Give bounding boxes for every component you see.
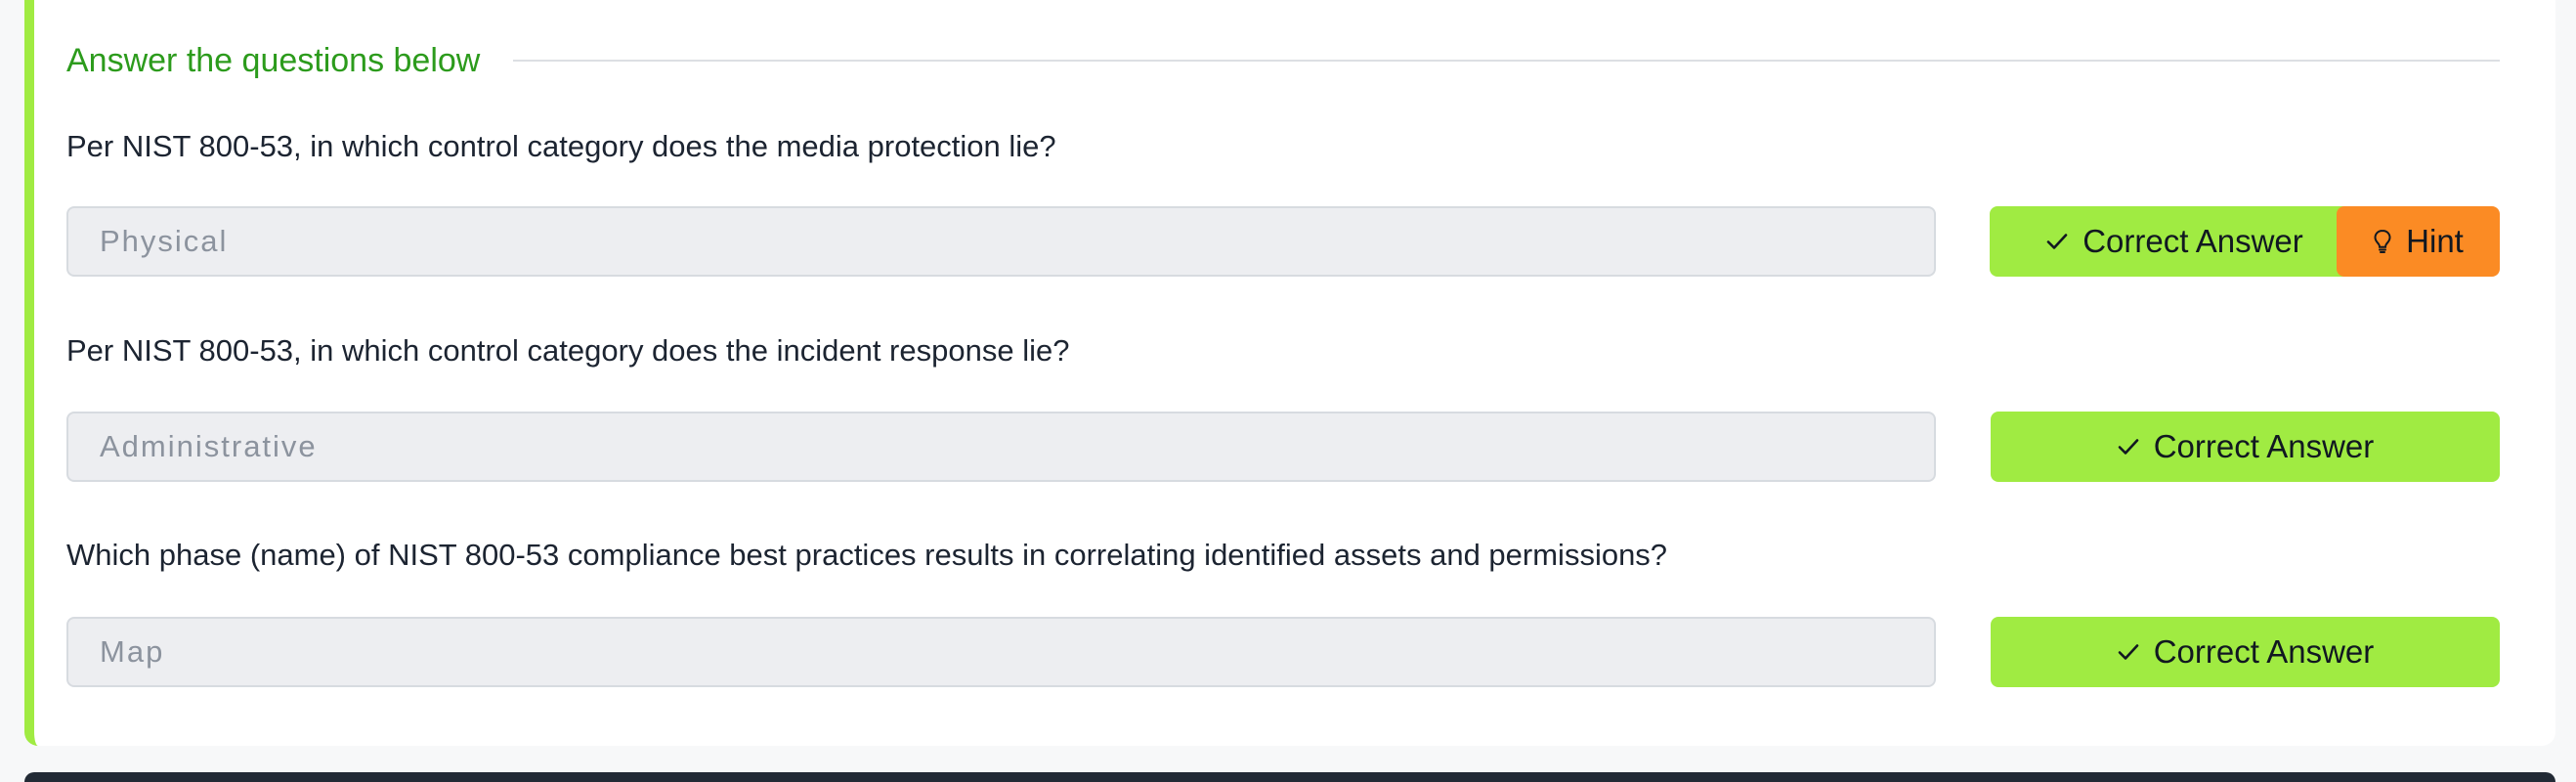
correct-answer-button-2[interactable]: Correct Answer xyxy=(1991,412,2500,482)
lightbulb-icon xyxy=(2374,229,2391,253)
section-header: Answer the questions below xyxy=(66,39,2500,82)
answer-field-2[interactable]: Administrative xyxy=(66,412,1936,482)
hint-label: Hint xyxy=(2406,223,2464,259)
section-divider xyxy=(513,60,2500,62)
question-2-text: Per NIST 800-53, in which control catego… xyxy=(66,333,1070,368)
answer-field-1[interactable]: Physical xyxy=(66,206,1936,277)
answer-value-2: Administrative xyxy=(100,429,318,463)
correct-answer-label-1: Correct Answer xyxy=(2082,223,2303,259)
correct-answer-button-3[interactable]: Correct Answer xyxy=(1991,617,2500,687)
checkmark-icon xyxy=(2118,439,2139,455)
answer-field-3[interactable]: Map xyxy=(66,617,1936,687)
checkmark-icon xyxy=(2046,234,2068,249)
next-section-edge xyxy=(24,772,2555,782)
correct-answer-label-2: Correct Answer xyxy=(2153,428,2375,464)
hint-button[interactable]: Hint xyxy=(2337,206,2500,277)
answer-value-1: Physical xyxy=(100,224,229,258)
question-3-text: Which phase (name) of NIST 800-53 compli… xyxy=(66,538,1668,572)
question-1-text: Per NIST 800-53, in which control catego… xyxy=(66,129,1056,163)
section-title: Answer the questions below xyxy=(66,41,481,79)
correct-answer-button-1[interactable]: Correct Answer xyxy=(1990,206,2359,277)
checkmark-icon xyxy=(2118,644,2139,660)
answer-value-3: Map xyxy=(100,634,165,669)
correct-answer-label-3: Correct Answer xyxy=(2153,633,2375,670)
